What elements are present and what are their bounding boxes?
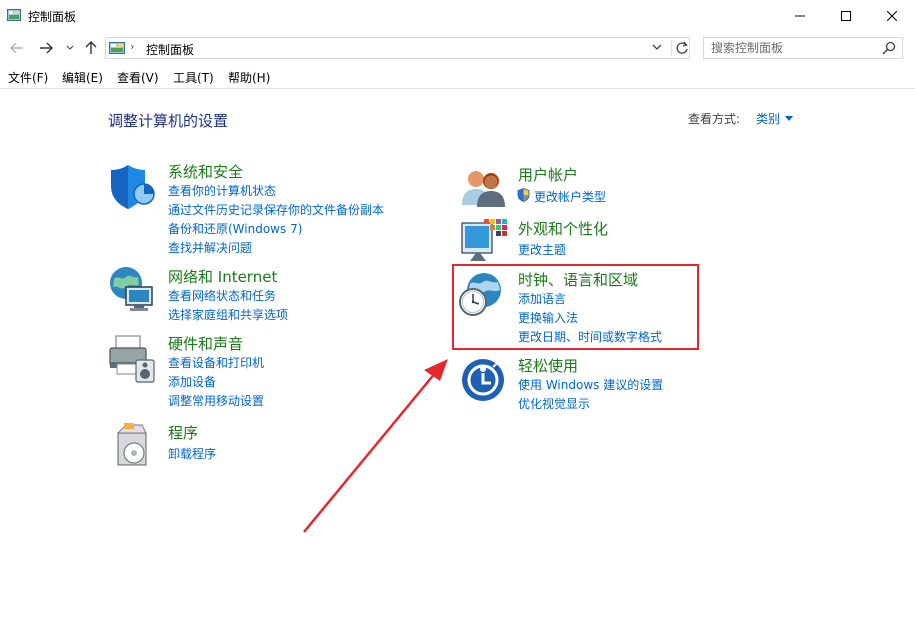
forward-button[interactable]: [37, 38, 55, 58]
menu-tools[interactable]: 工具(T): [173, 69, 214, 86]
search-box[interactable]: [703, 37, 903, 59]
link-backup-restore[interactable]: 备份和还原(Windows 7): [168, 220, 302, 237]
menu-edit[interactable]: 编辑(E): [62, 69, 103, 86]
link-devices-printers[interactable]: 查看设备和打印机: [168, 354, 264, 371]
category-hardware: 硬件和声音 查看设备和打印机 添加设备 调整常用移动设置: [108, 332, 408, 412]
back-button[interactable]: [8, 38, 26, 58]
view-by-caret-icon[interactable]: [785, 116, 793, 121]
breadcrumb-item[interactable]: 控制面板: [146, 41, 194, 58]
address-bar[interactable]: › 控制面板: [105, 37, 690, 59]
maximize-icon: [841, 10, 851, 21]
link-view-computer-status[interactable]: 查看你的计算机状态: [168, 182, 276, 199]
up-arrow-icon: [85, 41, 97, 54]
chevron-down-icon: [66, 45, 74, 50]
maximize-button[interactable]: [823, 0, 869, 31]
minimize-icon: [795, 15, 805, 16]
separator: [671, 40, 672, 56]
programs-icon[interactable]: [112, 421, 162, 471]
close-icon: [887, 10, 897, 21]
category-title-programs[interactable]: 程序: [168, 422, 198, 443]
title-bar: 控制面板: [0, 0, 915, 32]
refresh-icon[interactable]: [674, 40, 690, 56]
category-title-hardware[interactable]: 硬件和声音: [168, 333, 243, 354]
printer-icon[interactable]: [108, 334, 158, 384]
page-title: 调整计算机的设置: [108, 112, 229, 130]
menu-bar: 文件(F) 编辑(E) 查看(V) 工具(T) 帮助(H): [0, 66, 915, 88]
menu-view[interactable]: 查看(V): [117, 69, 159, 86]
category-title-system-security[interactable]: 系统和安全: [168, 161, 243, 182]
control-panel-icon: [109, 42, 125, 54]
annotation-highlight-box: [452, 264, 699, 350]
category-title-network[interactable]: 网络和 Internet: [168, 266, 277, 287]
category-programs: 程序 卸载程序: [108, 421, 408, 471]
link-file-history-backup[interactable]: 通过文件历史记录保存你的文件备份副本: [168, 201, 384, 218]
address-dropdown-icon[interactable]: [652, 42, 662, 52]
divider: [0, 88, 915, 89]
link-add-device[interactable]: 添加设备: [168, 373, 216, 390]
link-change-account-type[interactable]: 更改帐户类型: [534, 188, 606, 205]
category-ease-access: 轻松使用 使用 Windows 建议的设置 优化视觉显示: [460, 354, 760, 414]
link-optimize-visual-display[interactable]: 优化视觉显示: [518, 395, 590, 412]
link-troubleshoot[interactable]: 查找并解决问题: [168, 239, 252, 256]
recent-locations-button[interactable]: [64, 38, 76, 58]
breadcrumb-separator: ›: [130, 40, 135, 53]
control-panel-icon: [7, 9, 21, 21]
link-change-theme[interactable]: 更改主题: [518, 241, 566, 258]
forward-arrow-icon: [40, 42, 53, 54]
minimize-button[interactable]: [777, 0, 823, 31]
category-appearance: 外观和个性化 更改主题: [460, 217, 760, 267]
network-globe-icon[interactable]: [108, 265, 158, 315]
view-by-label: 查看方式:: [688, 112, 741, 126]
link-homegroup-sharing[interactable]: 选择家庭组和共享选项: [168, 306, 288, 323]
search-input[interactable]: [704, 38, 879, 58]
shield-icon[interactable]: [108, 162, 158, 212]
up-button[interactable]: [82, 38, 100, 58]
search-icon[interactable]: [882, 41, 896, 55]
category-title-appearance[interactable]: 外观和个性化: [518, 218, 608, 239]
close-button[interactable]: [869, 0, 915, 31]
users-icon[interactable]: [460, 163, 510, 213]
link-recommended-settings[interactable]: 使用 Windows 建议的设置: [518, 376, 663, 393]
category-system-security: 系统和安全 查看你的计算机状态 通过文件历史记录保存你的文件备份副本 备份和还原…: [108, 160, 408, 260]
menu-help[interactable]: 帮助(H): [228, 69, 270, 86]
uac-shield-icon: [517, 188, 530, 202]
link-network-status[interactable]: 查看网络状态和任务: [168, 287, 276, 304]
personalization-monitor-icon[interactable]: [460, 217, 510, 267]
back-arrow-icon: [10, 42, 23, 54]
category-title-ease-access[interactable]: 轻松使用: [518, 355, 578, 376]
link-uninstall-program[interactable]: 卸载程序: [168, 445, 216, 462]
window-title: 控制面板: [28, 10, 77, 24]
menu-file[interactable]: 文件(F): [8, 69, 48, 86]
ease-of-access-icon[interactable]: [460, 357, 510, 407]
category-network: 网络和 Internet 查看网络状态和任务 选择家庭组和共享选项: [108, 265, 408, 325]
category-user-accounts: 用户帐户 更改帐户类型: [460, 163, 760, 213]
view-by-dropdown[interactable]: 类别: [756, 110, 780, 127]
category-title-user-accounts[interactable]: 用户帐户: [518, 164, 578, 185]
link-mobility-settings[interactable]: 调整常用移动设置: [168, 392, 264, 409]
